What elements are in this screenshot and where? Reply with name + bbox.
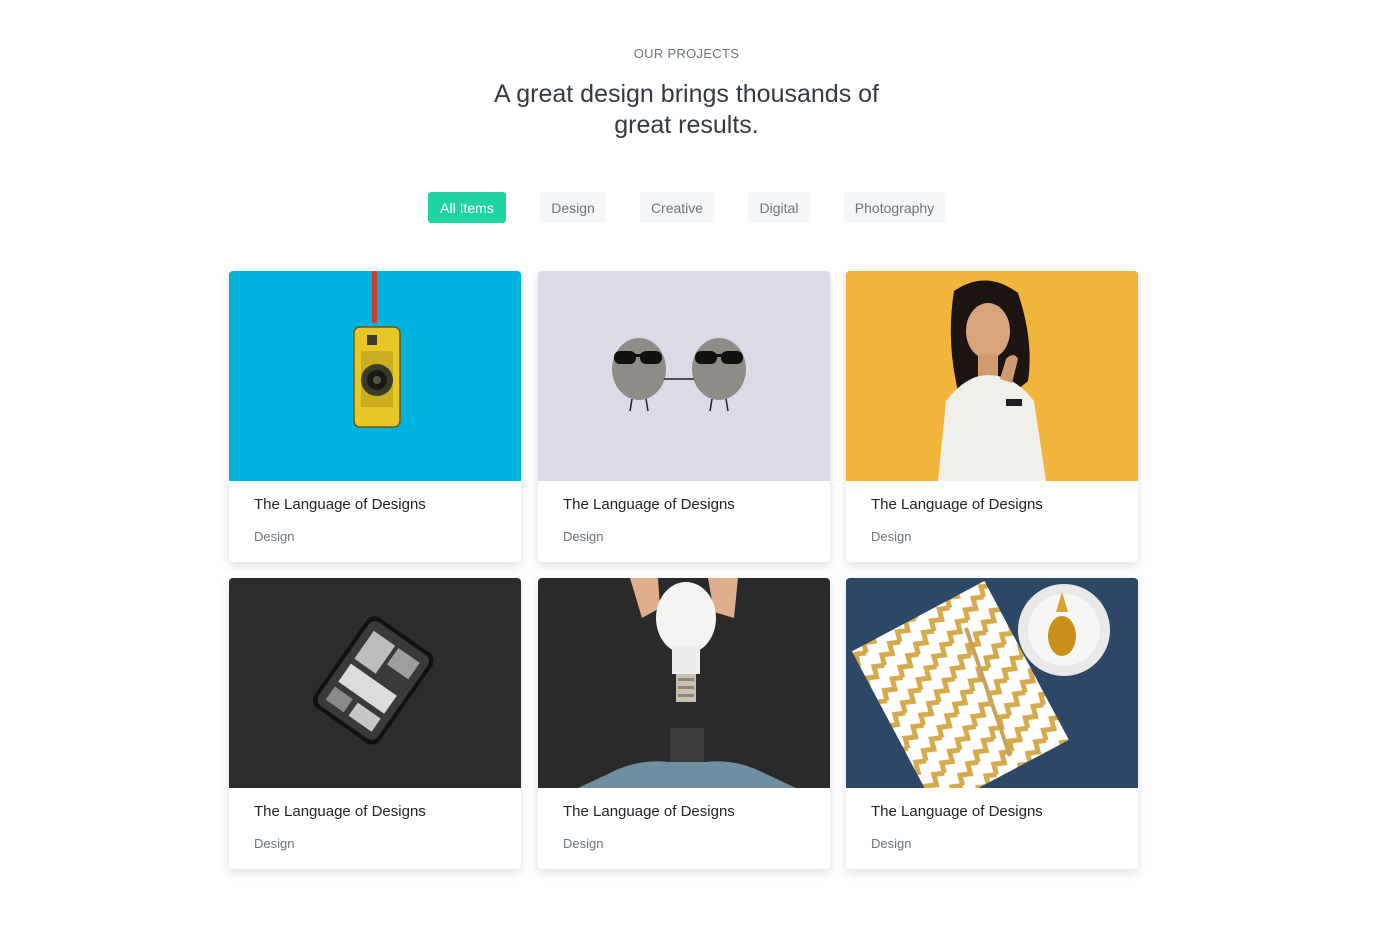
project-title[interactable]: The Language of Designs [871, 803, 1043, 820]
filter-creative[interactable]: Creative [640, 192, 714, 223]
project-title[interactable]: The Language of Designs [563, 803, 735, 820]
project-title[interactable]: The Language of Designs [254, 496, 426, 513]
project-category: Design [254, 529, 295, 544]
project-card[interactable]: The Language of Designs Design [229, 578, 521, 869]
filter-digital[interactable]: Digital [748, 192, 810, 223]
filter-design[interactable]: Design [540, 192, 606, 223]
project-category: Design [871, 836, 912, 851]
project-title[interactable]: The Language of Designs [871, 496, 1043, 513]
project-image-notebook[interactable] [846, 578, 1138, 788]
project-title[interactable]: The Language of Designs [254, 803, 426, 820]
project-card[interactable]: The Language of Designs Design [538, 271, 830, 562]
headline-line-2: great results. [614, 111, 759, 139]
project-card[interactable]: The Language of Designs Design [229, 271, 521, 562]
project-image-light-bulb[interactable] [538, 578, 830, 788]
filter-all-items[interactable]: All Items [428, 192, 506, 223]
project-image-woman[interactable] [846, 271, 1138, 481]
project-image-phone-case[interactable] [229, 271, 521, 481]
project-image-stones[interactable] [538, 271, 830, 481]
project-category: Design [871, 529, 912, 544]
project-category: Design [563, 529, 604, 544]
section-eyebrow: OUR PROJECTS [633, 46, 740, 61]
project-category: Design [254, 836, 295, 851]
filter-bar: All Items Design Creative Digital Photog… [0, 192, 1373, 223]
project-card[interactable]: The Language of Designs Design [846, 271, 1138, 562]
project-category: Design [563, 836, 604, 851]
section-headline: A great design brings thousands of great… [0, 79, 1373, 141]
project-card[interactable]: The Language of Designs Design [538, 578, 830, 869]
project-card[interactable]: The Language of Designs Design [846, 578, 1138, 869]
filter-photography[interactable]: Photography [844, 192, 945, 223]
project-image-smartphone[interactable] [229, 578, 521, 788]
headline-line-1: A great design brings thousands of [494, 80, 879, 108]
project-title[interactable]: The Language of Designs [563, 496, 735, 513]
